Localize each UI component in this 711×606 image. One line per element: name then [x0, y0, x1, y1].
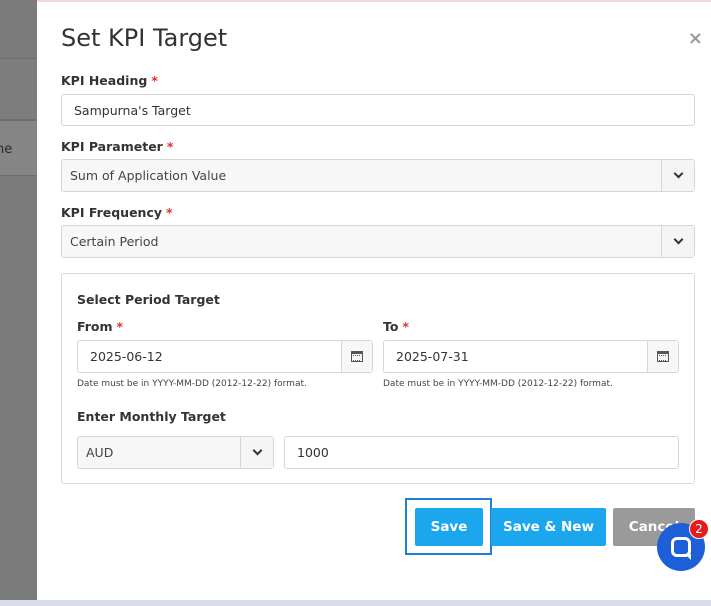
kpi-parameter-selected: Sum of Application Value: [70, 168, 227, 183]
save-and-new-button[interactable]: Save & New: [491, 508, 606, 546]
bottom-strip: [0, 600, 711, 606]
kpi-parameter-select[interactable]: Sum of Application Value: [61, 159, 695, 192]
kpi-parameter-label: KPI Parameter *: [61, 139, 173, 154]
from-calendar-button[interactable]: [341, 341, 372, 372]
save-button[interactable]: Save: [415, 508, 483, 546]
currency-selected: AUD: [86, 445, 114, 460]
from-label-text: From: [77, 319, 113, 334]
monthly-target-label: Enter Monthly Target: [77, 409, 226, 424]
background-row-text: ne: [0, 142, 13, 157]
to-date-input[interactable]: 2025-07-31: [383, 340, 679, 373]
from-label: From *: [77, 319, 123, 334]
kpi-heading-label: KPI Heading *: [61, 73, 158, 88]
required-marker: *: [402, 319, 410, 334]
chat-icon: [671, 537, 691, 560]
from-date-input[interactable]: 2025-06-12: [77, 340, 373, 373]
to-label: To *: [383, 319, 409, 334]
modal-title: Set KPI Target: [61, 24, 228, 52]
kpi-frequency-dropdown-button[interactable]: [661, 226, 694, 257]
chevron-down-icon: [673, 234, 683, 245]
kpi-parameter-dropdown-button[interactable]: [661, 160, 694, 191]
calendar-icon: [657, 351, 669, 362]
kpi-heading-input[interactable]: Sampurna's Target: [61, 94, 695, 126]
chat-notification-badge: 2: [689, 519, 709, 539]
kpi-heading-label-text: KPI Heading: [61, 73, 148, 88]
required-marker: *: [166, 139, 174, 154]
background-row: [0, 58, 40, 120]
background-page: ne: [0, 0, 40, 606]
monthly-target-value: 1000: [297, 445, 329, 460]
to-calendar-button[interactable]: [647, 341, 678, 372]
currency-select[interactable]: AUD: [77, 436, 274, 469]
currency-dropdown-button[interactable]: [240, 437, 273, 468]
period-target-panel: Select Period Target From * 2025-06-12 Da…: [61, 273, 695, 484]
kpi-frequency-select[interactable]: Certain Period: [61, 225, 695, 258]
from-date-hint: Date must be in YYYY-MM-DD (2012-12-22) …: [77, 379, 307, 389]
kpi-target-modal: Set KPI Target × KPI Heading * Sampurna's…: [37, 2, 711, 600]
close-icon[interactable]: ×: [688, 28, 703, 49]
from-date-value: 2025-06-12: [90, 349, 163, 364]
kpi-heading-value: Sampurna's Target: [74, 102, 191, 118]
chevron-down-icon: [252, 445, 262, 456]
kpi-frequency-label-text: KPI Frequency: [61, 205, 163, 220]
kpi-frequency-label: KPI Frequency *: [61, 205, 173, 220]
period-target-title: Select Period Target: [77, 292, 220, 307]
kpi-parameter-label-text: KPI Parameter: [61, 139, 163, 154]
to-label-text: To: [383, 319, 399, 334]
required-marker: *: [166, 205, 173, 220]
calendar-icon: [351, 351, 363, 362]
required-marker: *: [116, 319, 124, 334]
monthly-target-input[interactable]: 1000: [284, 436, 679, 469]
required-marker: *: [151, 73, 158, 88]
to-date-hint: Date must be in YYYY-MM-DD (2012-12-22) …: [383, 379, 613, 389]
kpi-frequency-selected: Certain Period: [70, 234, 159, 249]
chevron-down-icon: [673, 168, 683, 179]
to-date-value: 2025-07-31: [396, 349, 469, 364]
